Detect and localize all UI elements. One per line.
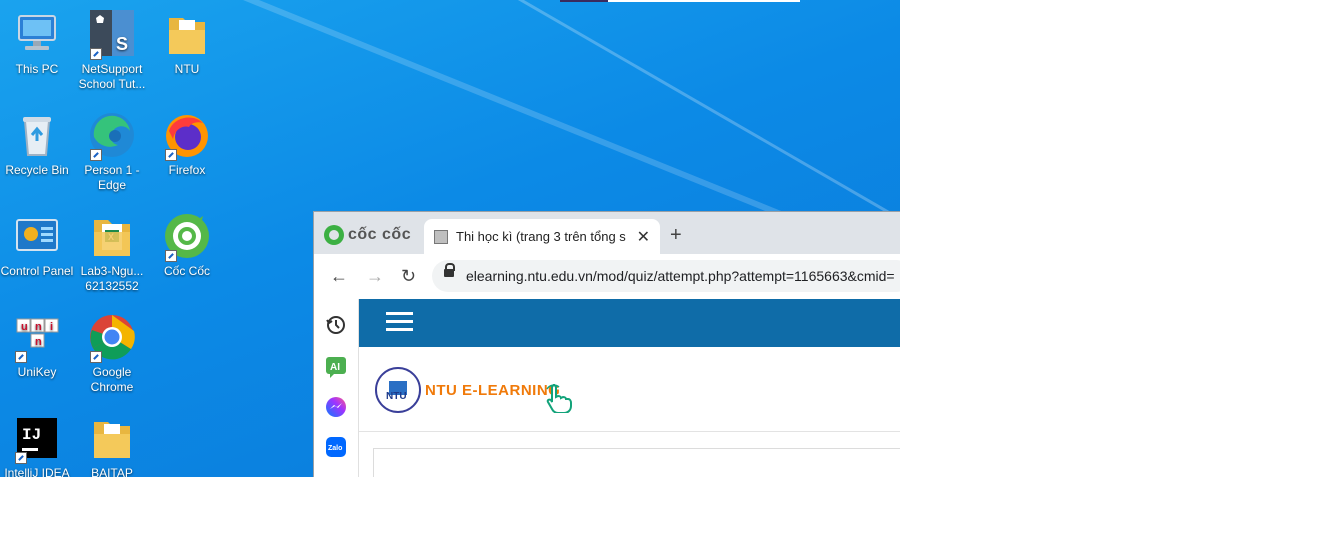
desktop-icon-ntu[interactable]: NTU [150, 10, 224, 77]
folder-icon [88, 414, 136, 462]
desktop-icon-recycle-bin[interactable]: Recycle Bin [0, 111, 74, 178]
desktop-icon-label: Recycle Bin [5, 163, 69, 177]
browser-logo[interactable]: cốc cốc [324, 224, 411, 246]
desktop-icon-label: Firefox [168, 163, 206, 177]
site-brand[interactable]: NTU NTU E-LEARNING [375, 365, 560, 415]
browser-window: cốc cốc Thi học kì (trang 3 trên tổng s … [313, 211, 900, 477]
desktop-icon-firefox[interactable]: Firefox [150, 111, 224, 178]
desktop-icon-label: BAITAP [91, 466, 133, 477]
ntu-seal-logo: NTU [375, 367, 421, 413]
chrome-icon [88, 313, 136, 363]
messenger-icon[interactable] [325, 396, 347, 418]
desktop-icon-label: This PC [15, 62, 59, 76]
svg-text:AI: AI [330, 362, 340, 373]
close-tab-icon[interactable]: ✕ [637, 227, 650, 247]
address-bar[interactable]: elearning.ntu.edu.vn/mod/quiz/attempt.ph… [432, 260, 900, 292]
tab-quiz[interactable]: Thi học kì (trang 3 trên tổng s ✕ [424, 219, 660, 254]
site-navbar [359, 299, 900, 347]
desktop-icon-lab3[interactable]: X Lab3-Ngu... 62132552 [75, 212, 149, 294]
shortcut-arrow-icon [90, 149, 102, 161]
reload-button[interactable]: ↻ [401, 267, 416, 285]
firefox-icon [163, 111, 211, 161]
desktop-icon-label: Google Chrome [90, 365, 134, 394]
desktop-icon-control-panel[interactable]: Control Panel [0, 212, 74, 279]
zalo-icon[interactable]: Zalo [325, 436, 347, 458]
tab-strip: cốc cốc Thi học kì (trang 3 trên tổng s … [314, 212, 900, 254]
pointing-hand-icon [545, 383, 573, 414]
hamburger-menu-icon[interactable] [386, 312, 413, 332]
intellij-icon: IJ [13, 414, 61, 464]
svg-text:S: S [116, 34, 128, 54]
brand-text: NTU E-LEARNING [425, 381, 561, 399]
forward-button[interactable]: → [366, 267, 384, 285]
back-button[interactable]: ← [330, 267, 348, 285]
lock-icon [444, 263, 455, 277]
shortcut-arrow-icon [15, 351, 27, 363]
url-text[interactable]: elearning.ntu.edu.vn/mod/quiz/attempt.ph… [466, 268, 895, 284]
svg-text:i: i [50, 321, 53, 333]
shortcut-arrow-icon [165, 149, 177, 161]
quiz-content-card [373, 448, 900, 477]
svg-text:Zalo: Zalo [328, 445, 342, 452]
shortcut-arrow-icon [165, 250, 177, 262]
desktop-icon-unikey[interactable]: unin UniKey [0, 313, 74, 380]
page-favicon-icon [434, 230, 448, 244]
computer-icon [13, 10, 61, 58]
svg-text:u: u [21, 321, 28, 333]
edge-icon [88, 111, 136, 161]
taskbar-fragment [560, 0, 800, 2]
desktop-icon-intellij[interactable]: IJ IntelliJ IDEA [0, 414, 74, 477]
shortcut-arrow-icon [15, 452, 27, 464]
desktop-icon-label: Lab3-Ngu... 62132552 [80, 264, 144, 293]
seal-text: NTU [386, 391, 407, 402]
desktop-icon-label: IntelliJ IDEA [4, 466, 70, 477]
control-panel-icon [13, 212, 61, 260]
navigation-bar: ← → ↻ elearning.ntu.edu.vn/mod/quiz/atte… [314, 254, 900, 299]
desktop-icon-baitap[interactable]: BAITAP [75, 414, 149, 477]
desktop-icon-edge[interactable]: Person 1 - Edge [75, 111, 149, 193]
tab-title: Thi học kì (trang 3 trên tổng s [456, 229, 626, 244]
history-icon[interactable] [325, 314, 347, 336]
desktop-icon-this-pc[interactable]: This PC [0, 10, 74, 77]
desktop-icon-label: Person 1 - Edge [84, 163, 140, 192]
browser-sidebar: AI Zalo [314, 299, 359, 477]
shortcut-arrow-icon [90, 48, 102, 60]
desktop-icon-label: Cốc Cốc [163, 264, 210, 278]
desktop-icon-label: Control Panel [0, 264, 74, 278]
new-tab-button[interactable]: + [670, 225, 682, 245]
shortcut-arrow-icon [90, 351, 102, 363]
svg-text:IJ: IJ [22, 426, 41, 444]
desktop-icon-label: UniKey [17, 365, 57, 379]
coccoc-icon [163, 212, 211, 262]
page-content: NTU NTU E-LEARNING [359, 299, 900, 477]
desktop: This PC Recycle Bin Control Panel unin U… [0, 0, 900, 477]
desktop-icon-coccoc[interactable]: Cốc Cốc [150, 212, 224, 279]
header-divider [359, 431, 900, 432]
coccoc-logo-icon [324, 225, 344, 245]
recycle-bin-icon [13, 111, 61, 159]
desktop-icon-label: NTU [174, 62, 200, 76]
svg-text:n: n [35, 321, 42, 333]
ai-icon[interactable]: AI [325, 356, 347, 378]
netsupport-icon: S [88, 10, 136, 60]
unikey-icon: unin [13, 313, 61, 363]
excel-folder-icon: X [88, 212, 136, 260]
folder-icon [163, 10, 211, 58]
browser-brand-text: cốc cốc [348, 226, 412, 243]
desktop-icon-chrome[interactable]: Google Chrome [75, 313, 149, 395]
svg-text:n: n [35, 336, 42, 348]
desktop-icon-netsupport[interactable]: S NetSupport School Tut... [75, 10, 149, 92]
desktop-icon-label: NetSupport School Tut... [78, 62, 146, 91]
